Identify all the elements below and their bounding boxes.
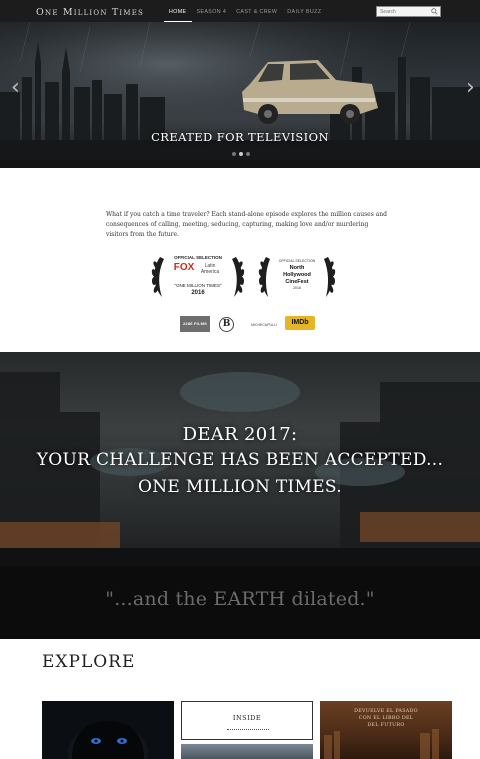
award-year: 2016 bbox=[293, 286, 301, 290]
intro-paragraph: What if you catch a time traveler? Each … bbox=[106, 211, 387, 238]
slider-dot-active[interactable] bbox=[239, 152, 243, 156]
book-title-line-3: DEL FUTURO bbox=[367, 723, 405, 728]
book-title-line-1: DEVUELVE EL PASADO bbox=[354, 709, 418, 714]
challenge-line: YOUR CHALLENGE HAS BEEN ACCEPTED... bbox=[36, 450, 444, 470]
book-title-line-2: CON EL LIBRO DEL bbox=[358, 716, 414, 721]
logo-2286-films[interactable]: 2286 FILMS bbox=[180, 316, 210, 332]
award-film-title: "ONE MILLION TIMES" bbox=[174, 283, 222, 288]
nav-home[interactable]: HOME bbox=[164, 0, 192, 22]
partner-logos: 2286 FILMS B MICHECAPULLI IMDb bbox=[0, 316, 480, 334]
logo-micheapulli-text: MICHECAPULLI bbox=[251, 323, 277, 327]
imdb-text: IMDb bbox=[291, 319, 309, 326]
nav-menu: HOME SEASON 4 CAST & CREW DAILY BUZZ bbox=[164, 0, 326, 22]
hero-caption: CREATED FOR TELEVISION bbox=[151, 130, 329, 144]
face-image bbox=[68, 721, 148, 759]
million-times-line: ONE MILLION TIMES. bbox=[138, 477, 342, 497]
nav-daily-buzz[interactable]: DAILY BUZZ bbox=[282, 0, 326, 22]
festival-name-2: Hollywood bbox=[283, 272, 311, 278]
explore-card-landscape[interactable] bbox=[181, 744, 313, 759]
award-line1: OFFICIAL SELECTION bbox=[278, 259, 316, 263]
explore-card-inside[interactable]: INSIDE bbox=[181, 701, 313, 740]
hero-bottom-bar bbox=[0, 160, 480, 168]
earth-dilated-quote: "...and the EARTH dilated." bbox=[105, 588, 375, 610]
site-logo[interactable]: One Million Times bbox=[36, 7, 144, 18]
festival-name-3: CineFest bbox=[285, 279, 309, 285]
slider-dots bbox=[232, 152, 250, 156]
award-line1: OFFICIAL SELECTION bbox=[174, 255, 222, 260]
search-input[interactable] bbox=[380, 7, 428, 16]
inside-divider bbox=[227, 729, 269, 730]
search-box bbox=[376, 6, 441, 17]
imdb-logo[interactable]: IMDb bbox=[285, 316, 315, 330]
logo-micheapulli[interactable]: MICHECAPULLI bbox=[248, 318, 280, 332]
festival-name-1: North bbox=[289, 265, 305, 271]
nav-cast-crew[interactable]: CAST & CREW bbox=[231, 0, 282, 22]
nav-season-4[interactable]: SEASON 4 bbox=[192, 0, 232, 22]
award-fox-laurel: OFFICIAL SELECTION FOX Latin America "ON… bbox=[150, 251, 246, 303]
slider-prev-arrow[interactable]: ‹ bbox=[11, 77, 20, 99]
top-navbar: One Million Times HOME SEASON 4 CAST & C… bbox=[0, 0, 480, 22]
search-icon[interactable] bbox=[431, 8, 438, 15]
hero-slider: ‹ › CREATED FOR TELEVISION bbox=[0, 22, 480, 162]
explore-heading: EXPLORE bbox=[42, 652, 136, 672]
inside-label: INSIDE bbox=[232, 714, 262, 722]
dear-heading: DEAR 2017: bbox=[182, 424, 298, 445]
award-year: 2016 bbox=[191, 290, 205, 296]
award-nohocinefest-laurel: OFFICIAL SELECTION North Hollywood CineF… bbox=[258, 251, 336, 303]
challenge-banner: DEAR 2017: YOUR CHALLENGE HAS BEEN ACCEP… bbox=[0, 352, 480, 566]
logo-b-letter: B bbox=[222, 319, 231, 329]
logo-2286-text: 2286 FILMS bbox=[182, 321, 207, 326]
slider-dot[interactable] bbox=[232, 152, 236, 156]
slider-dot[interactable] bbox=[246, 152, 250, 156]
slider-next-arrow[interactable]: › bbox=[466, 77, 475, 99]
logo-b[interactable]: B bbox=[219, 317, 234, 332]
explore-card-book[interactable]: DEVUELVE EL PASADO CON EL LIBRO DEL DEL … bbox=[320, 701, 452, 759]
fox-america: America bbox=[200, 269, 220, 275]
explore-card-face[interactable] bbox=[42, 701, 174, 759]
